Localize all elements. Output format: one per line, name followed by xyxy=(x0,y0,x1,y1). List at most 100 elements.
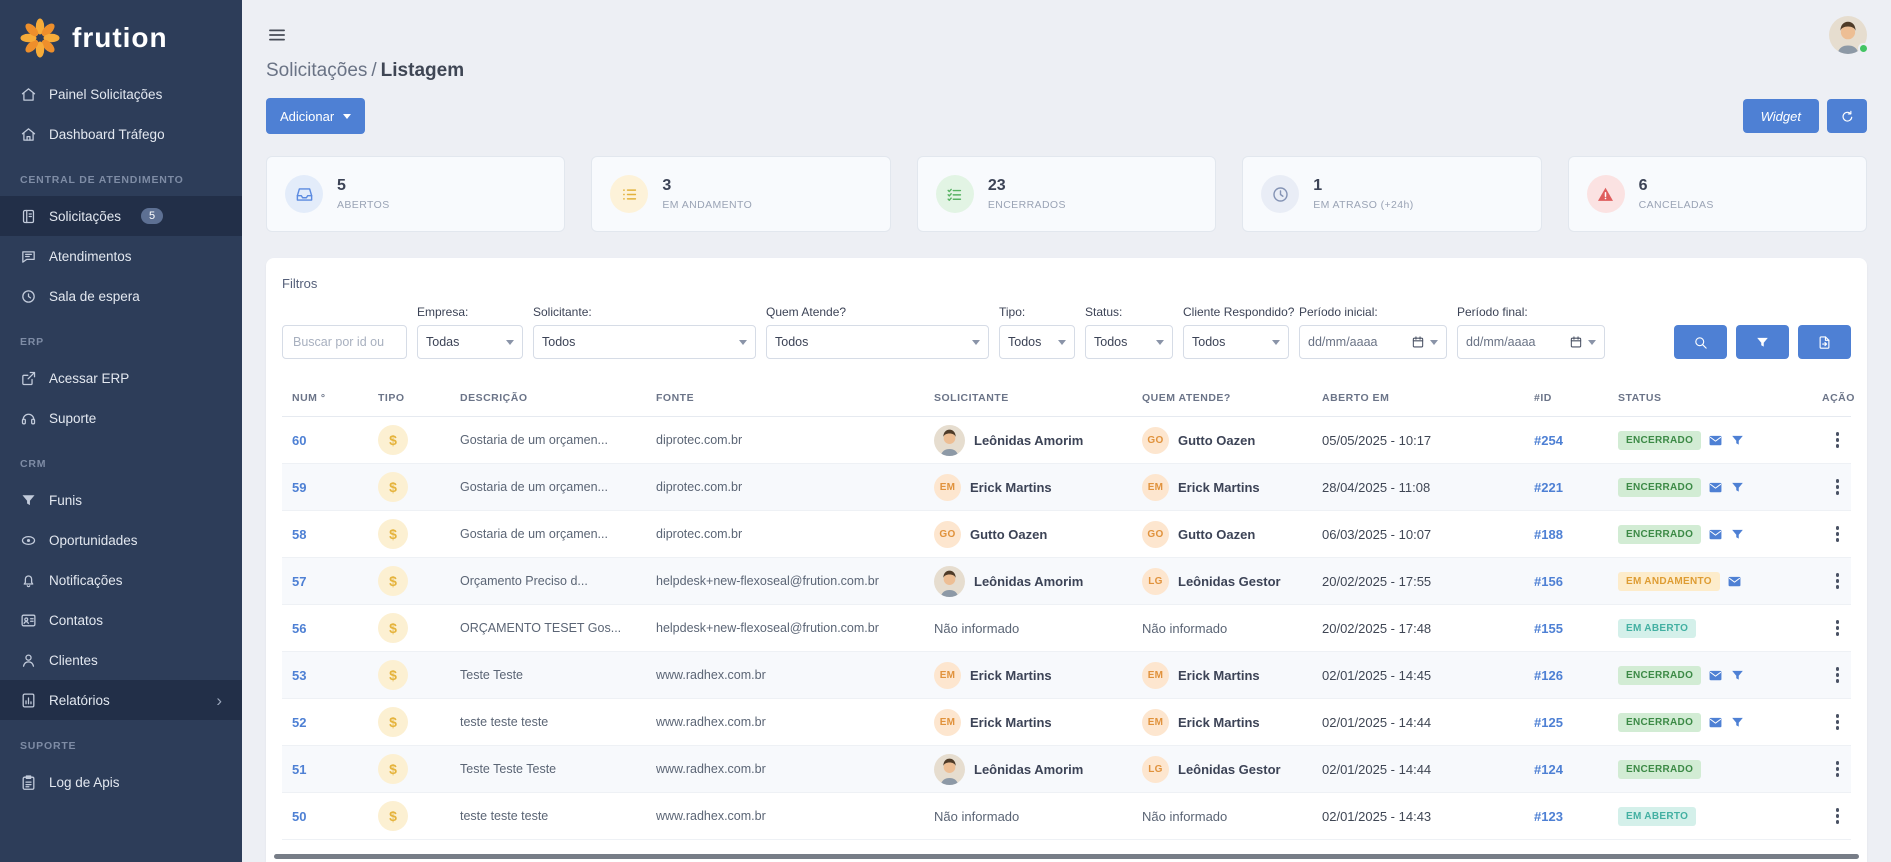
sidebar-item-relatorios[interactable]: Relatórios› xyxy=(0,680,242,720)
status-badge: EM ANDAMENTO xyxy=(1618,572,1720,591)
ticket-number-link[interactable]: 56 xyxy=(292,621,306,636)
stat-card-encerrados[interactable]: 23ENCERRADOS xyxy=(917,156,1216,232)
sidebar-item-solicitacoes[interactable]: Solicitações5 xyxy=(0,196,242,236)
sidebar-section-header: SUPORTE xyxy=(0,720,242,762)
ticket-id-link[interactable]: #125 xyxy=(1534,715,1563,730)
sidebar-item-suporte[interactable]: Suporte xyxy=(0,398,242,438)
select-quem-atende[interactable]: Todos xyxy=(766,325,989,359)
ticket-number-link[interactable]: 58 xyxy=(292,527,306,542)
filter-label: Período final: xyxy=(1457,305,1605,319)
ticket-number-link[interactable]: 52 xyxy=(292,715,306,730)
description-cell: ORÇAMENTO TESET Gos... xyxy=(460,621,656,635)
calendar-icon xyxy=(1411,335,1425,349)
date-input-periodo-final[interactable]: dd/mm/aaaa xyxy=(1457,325,1605,359)
row-menu-button[interactable] xyxy=(1834,477,1842,497)
sidebar-item-sala-de-espera[interactable]: Sala de espera xyxy=(0,276,242,316)
mail-icon[interactable] xyxy=(1708,668,1723,683)
sidebar-item-acessar-erp[interactable]: Acessar ERP xyxy=(0,358,242,398)
stat-card-em-atraso-24h[interactable]: 1EM ATRASO (+24h) xyxy=(1242,156,1541,232)
requester-name: Erick Martins xyxy=(970,668,1052,683)
ticket-number-link[interactable]: 50 xyxy=(292,809,306,824)
initials-avatar: LG xyxy=(1142,756,1169,783)
select-tipo[interactable]: Todos xyxy=(999,325,1075,359)
widget-button[interactable]: Widget xyxy=(1743,99,1819,133)
sidebar-item-oportunidades[interactable]: Oportunidades xyxy=(0,520,242,560)
row-menu-button[interactable] xyxy=(1834,430,1842,450)
hamburger-menu-icon[interactable] xyxy=(266,25,288,45)
waiting-room-icon xyxy=(20,288,37,305)
row-menu-button[interactable] xyxy=(1834,806,1842,826)
mail-icon[interactable] xyxy=(1727,574,1742,589)
actions-cell xyxy=(1822,806,1841,826)
select-solicitante[interactable]: Todos xyxy=(533,325,756,359)
funnel-small-icon[interactable] xyxy=(1730,433,1745,448)
ticket-id-link[interactable]: #126 xyxy=(1534,668,1563,683)
assignee-cell: GOGutto Oazen xyxy=(1142,521,1322,548)
sidebar-item-contatos[interactable]: Contatos xyxy=(0,600,242,640)
actions-cell xyxy=(1822,477,1841,497)
funnel-small-icon[interactable] xyxy=(1730,668,1745,683)
ticket-id-link[interactable]: #156 xyxy=(1534,574,1563,589)
brand-logo[interactable]: frution xyxy=(0,0,242,74)
actions-cell xyxy=(1822,712,1841,732)
horizontal-scrollbar[interactable] xyxy=(274,854,1859,859)
funnel-small-icon[interactable] xyxy=(1730,715,1745,730)
sidebar-item-painel-solicitacoes[interactable]: Painel Solicitações xyxy=(0,74,242,114)
breadcrumb-root[interactable]: Solicitações xyxy=(266,60,367,81)
ticket-id-link[interactable]: #188 xyxy=(1534,527,1563,542)
funnel-small-icon[interactable] xyxy=(1730,527,1745,542)
date-input-periodo-inicial[interactable]: dd/mm/aaaa xyxy=(1299,325,1447,359)
search-button[interactable] xyxy=(1674,325,1727,359)
refresh-button[interactable] xyxy=(1827,99,1867,133)
ticket-id-link[interactable]: #155 xyxy=(1534,621,1563,636)
stat-label: EM ATRASO (+24h) xyxy=(1313,199,1413,211)
ticket-number-link[interactable]: 57 xyxy=(292,574,306,589)
row-menu-button[interactable] xyxy=(1834,759,1842,779)
mail-icon[interactable] xyxy=(1708,527,1723,542)
sidebar-item-atendimentos[interactable]: Atendimentos xyxy=(0,236,242,276)
select-empresa[interactable]: Todas xyxy=(417,325,523,359)
sidebar-item-funis[interactable]: Funis xyxy=(0,480,242,520)
ticket-id-link[interactable]: #124 xyxy=(1534,762,1563,777)
type-dollar-icon: $ xyxy=(378,754,408,784)
sidebar-item-notificacoes[interactable]: Notificações xyxy=(0,560,242,600)
status-cell: ENCERRADO xyxy=(1618,713,1822,732)
ticket-number-link[interactable]: 60 xyxy=(292,433,306,448)
ticket-id-link[interactable]: #254 xyxy=(1534,433,1563,448)
stat-card-canceladas[interactable]: 6CANCELADAS xyxy=(1568,156,1867,232)
row-menu-button[interactable] xyxy=(1834,524,1842,544)
mail-icon[interactable] xyxy=(1708,480,1723,495)
select-cliente-respondido[interactable]: Todos xyxy=(1183,325,1289,359)
ticket-number-link[interactable]: 53 xyxy=(292,668,306,683)
search-input[interactable] xyxy=(282,325,407,359)
add-button[interactable]: Adicionar xyxy=(266,98,365,134)
select-status[interactable]: Todos xyxy=(1085,325,1173,359)
calendar-icon xyxy=(1569,335,1583,349)
sidebar-item-label: Acessar ERP xyxy=(49,371,129,386)
opened-at-cell: 02/01/2025 - 14:44 xyxy=(1322,715,1534,730)
ticket-number-link[interactable]: 59 xyxy=(292,480,306,495)
toolbar-right: Widget xyxy=(1743,99,1867,133)
ticket-id-link[interactable]: #123 xyxy=(1534,809,1563,824)
export-button[interactable] xyxy=(1798,325,1851,359)
stat-card-em-andamento[interactable]: 3EM ANDAMENTO xyxy=(591,156,890,232)
row-menu-button[interactable] xyxy=(1834,712,1842,732)
row-menu-button[interactable] xyxy=(1834,571,1842,591)
user-avatar[interactable] xyxy=(1829,16,1867,54)
ticket-id-link[interactable]: #221 xyxy=(1534,480,1563,495)
stat-card-abertos[interactable]: 5ABERTOS xyxy=(266,156,565,232)
sidebar-item-clientes[interactable]: Clientes xyxy=(0,640,242,680)
funnel-small-icon[interactable] xyxy=(1730,480,1745,495)
initials-avatar: EM xyxy=(1142,662,1169,689)
ticket-number-link[interactable]: 51 xyxy=(292,762,306,777)
save-filter-button[interactable] xyxy=(1736,325,1789,359)
chevron-down-icon xyxy=(343,114,351,119)
column-header-aberto-em: ABERTO EM xyxy=(1322,392,1534,404)
sidebar-item-log-de-apis[interactable]: Log de Apis xyxy=(0,762,242,802)
opened-at-cell: 02/01/2025 - 14:43 xyxy=(1322,809,1534,824)
sidebar-item-dashboard-trafego[interactable]: Dashboard Tráfego xyxy=(0,114,242,154)
mail-icon[interactable] xyxy=(1708,433,1723,448)
mail-icon[interactable] xyxy=(1708,715,1723,730)
row-menu-button[interactable] xyxy=(1834,618,1842,638)
row-menu-button[interactable] xyxy=(1834,665,1842,685)
